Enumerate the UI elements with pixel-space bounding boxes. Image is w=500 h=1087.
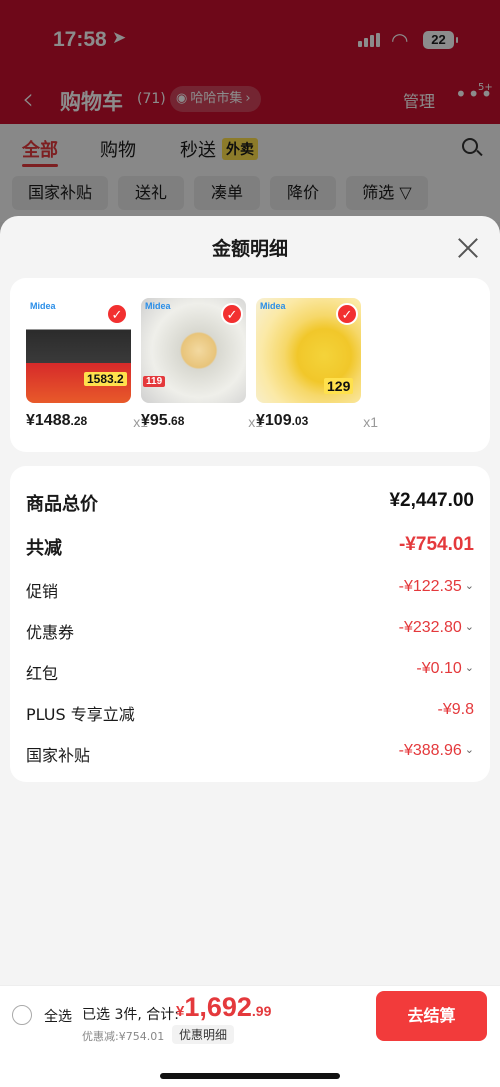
row-label: 共减: [26, 538, 62, 559]
product-qty: x1: [363, 414, 378, 430]
row-value-wrap: -¥232.80 ⌄: [399, 619, 474, 637]
row-value: -¥232.80: [398, 619, 462, 636]
row-label: 优惠券: [26, 623, 75, 642]
row-value-wrap: -¥122.35 ⌄: [399, 578, 474, 596]
row-red-packet[interactable]: 红包 -¥0.10 ⌄: [26, 658, 474, 686]
row-plus-discount: PLUS 专享立减 -¥9.8: [26, 699, 474, 727]
products-card: Midea 1583.2 ✓ ¥1488.28 x1 Midea 119 ✓ ¥…: [10, 278, 490, 452]
select-all-label[interactable]: 全选: [44, 1006, 72, 1026]
row-label: 商品总价: [26, 494, 98, 515]
product-image-rice-cooker: Midea 129 ✓: [256, 298, 361, 403]
row-value: -¥122.35: [398, 578, 462, 595]
product-price: ¥109.03: [256, 412, 309, 429]
chevron-down-icon: ⌄: [464, 621, 474, 633]
checkmark-icon: ✓: [336, 303, 358, 325]
discount-detail-button[interactable]: 优惠明细: [172, 1025, 235, 1044]
product-brand: Midea: [260, 301, 286, 311]
product-price-row: ¥109.03 x1: [256, 412, 378, 434]
row-promotion[interactable]: 促销 -¥122.35 ⌄: [26, 576, 474, 604]
product-price-row: ¥1488.28 x1: [26, 412, 148, 434]
row-national-subsidy[interactable]: 国家补贴 -¥388.96 ⌄: [26, 740, 474, 768]
checkmark-icon: ✓: [106, 303, 128, 325]
amount-detail-sheet: 金额明细 Midea 1583.2 ✓ ¥1488.28 x1 Midea 11…: [0, 216, 500, 1087]
row-value: -¥388.96: [398, 742, 462, 759]
product-brand: Midea: [30, 301, 56, 311]
product-price: ¥1488.28: [26, 412, 88, 429]
row-coupon[interactable]: 优惠券 -¥232.80 ⌄: [26, 617, 474, 645]
row-label: 促销: [26, 582, 59, 601]
product-price-row: ¥95.68 x1: [141, 412, 263, 434]
product-promo-price: 129: [324, 378, 354, 394]
selected-count-text: 已选 3件, 合计:: [82, 1007, 179, 1023]
checkout-button[interactable]: 去结算: [376, 991, 487, 1041]
row-label: PLUS 专享立减: [26, 705, 135, 724]
sheet-title: 金额明细: [211, 238, 288, 260]
discount-summary: 优惠减:¥754.01: [82, 1030, 165, 1043]
row-total-reduction: 共减 -¥754.01: [26, 532, 474, 560]
product-price: ¥95.68: [141, 412, 185, 429]
row-value-wrap: -¥388.96 ⌄: [399, 742, 474, 760]
row-label: 红包: [26, 664, 59, 683]
product-image-oven: Midea 1583.2 ✓: [26, 298, 131, 403]
chevron-down-icon: ⌄: [464, 744, 474, 756]
home-indicator: [160, 1073, 340, 1079]
row-value: ¥2,447.00: [389, 490, 474, 511]
chevron-down-icon: ⌄: [464, 662, 474, 674]
row-value: -¥0.10: [416, 660, 462, 677]
product-image-steamer: Midea 119 ✓: [141, 298, 246, 403]
row-value-wrap: -¥0.10 ⌄: [416, 660, 474, 678]
product-promo-price: 1583.2: [84, 372, 127, 386]
checkout-bar: 全选 已选 3件, 合计: ¥1,692.99 优惠减:¥754.01 优惠明细…: [0, 985, 500, 1087]
product-promo-price: 119: [143, 376, 166, 387]
chevron-down-icon: ⌄: [464, 580, 474, 592]
product-brand: Midea: [145, 301, 171, 311]
close-icon[interactable]: [456, 236, 480, 260]
row-value: -¥754.01: [398, 534, 474, 555]
row-label: 国家补贴: [26, 746, 91, 765]
total-price: ¥1,692.99: [176, 992, 272, 1022]
amounts-card: 商品总价 ¥2,447.00 共减 -¥754.01 促销 -¥122.35 ⌄ …: [10, 466, 490, 782]
row-value: -¥9.8: [437, 701, 474, 718]
row-goods-total: 商品总价 ¥2,447.00: [26, 488, 474, 516]
select-all-checkbox[interactable]: [12, 1005, 32, 1025]
checkmark-icon: ✓: [221, 303, 243, 325]
